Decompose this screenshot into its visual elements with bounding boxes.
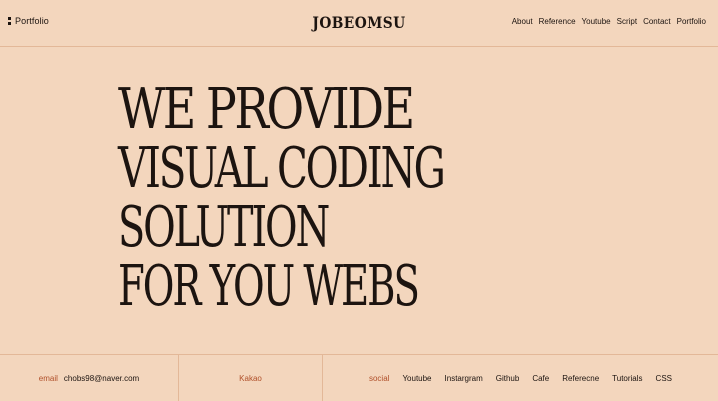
main-nav: About Reference Youtube Script Contact P… [512, 17, 706, 26]
email-link[interactable]: chobs98@naver.com [64, 374, 139, 383]
hero-line-1: WE PROVIDE [118, 77, 415, 142]
nav-contact[interactable]: Contact [643, 17, 671, 26]
social-instagram[interactable]: Instargram [445, 374, 483, 383]
nav-youtube[interactable]: Youtube [582, 17, 611, 26]
hero-line-4: FOR YOU WEBS [118, 254, 420, 319]
nav-reference[interactable]: Reference [539, 17, 576, 26]
email-label: email [38, 374, 58, 383]
social-cafe[interactable]: Cafe [532, 374, 549, 383]
nav-about[interactable]: About [512, 17, 533, 26]
hero-line-3: SOLUTION [118, 195, 330, 260]
social-github[interactable]: Github [496, 374, 520, 383]
nav-script[interactable]: Script [617, 17, 637, 26]
portfolio-menu-button[interactable]: Portfolio [8, 16, 49, 26]
hero-heading: WE PROVIDE VISUAL CODING SOLUTION FOR YO… [118, 80, 678, 316]
portfolio-menu-label: Portfolio [15, 16, 49, 26]
site-footer: email chobs98@naver.com Kakao social You… [0, 354, 718, 401]
social-reference[interactable]: Referecne [562, 374, 599, 383]
footer-email-section: email chobs98@naver.com [0, 355, 179, 401]
page: Portfolio JOBEOMSU About Reference Youtu… [0, 0, 718, 401]
nav-portfolio[interactable]: Portfolio [677, 17, 706, 26]
footer-kakao-section: Kakao [179, 355, 323, 401]
kakao-link[interactable]: Kakao [239, 374, 262, 383]
hero-line-2: VISUAL CODING [118, 136, 446, 201]
social-youtube[interactable]: Youtube [402, 374, 431, 383]
social-tutorials[interactable]: Tutorials [612, 374, 642, 383]
social-label: social [368, 374, 390, 383]
social-css[interactable]: CSS [656, 374, 672, 383]
menu-dots-icon [8, 17, 11, 25]
site-header: Portfolio JOBEOMSU About Reference Youtu… [0, 0, 718, 47]
site-logo-text: JOBEOMSU [312, 13, 406, 32]
footer-social-section: social Youtube Instargram Github Cafe Re… [323, 355, 718, 401]
